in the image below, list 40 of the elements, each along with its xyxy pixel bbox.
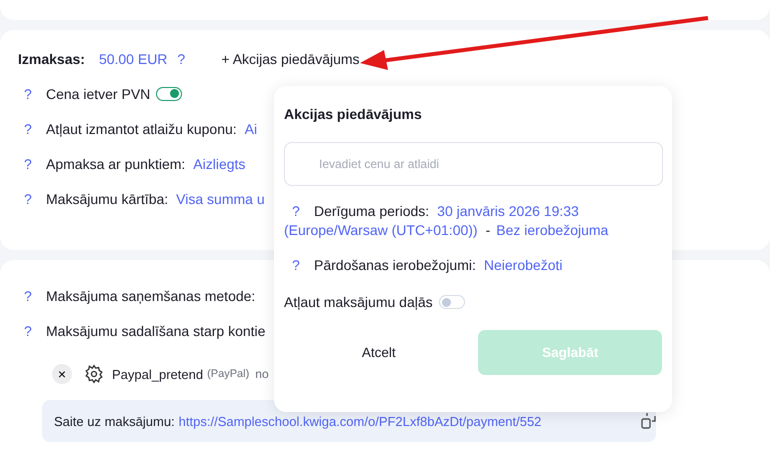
setting-label: Cena ietver PVN [46,86,150,102]
limits-label: Pārdošanas ierobežojumi: [314,257,476,273]
help-icon[interactable]: ? [24,190,46,206]
remove-button[interactable]: × [52,364,72,384]
validity-timezone[interactable]: (Europe/Warsaw (UTC+01:00)) [284,221,478,240]
method-status: no [255,367,269,381]
method-name: Paypal_pretend [112,366,204,382]
setting-value[interactable]: Ai [244,120,258,136]
setting-label: Maksājumu kārtība: [46,190,168,206]
validity-start[interactable]: 30 janvāris 2026 19:33 [437,202,579,221]
price-label: Izmaksas: [18,51,85,67]
copy-icon[interactable] [640,412,658,430]
payment-link[interactable]: https://Sampleschool.kwiga.com/o/PF2Lxf8bAzDt/payment/552 [178,414,542,428]
toggle-switch[interactable] [156,86,182,100]
help-icon[interactable]: ? [24,156,46,172]
promo-link[interactable]: + Akcijas piedāvājums [221,51,360,67]
settings-icon[interactable] [84,364,104,384]
limits-value[interactable]: Neierobežoti [484,257,562,273]
price-value[interactable]: 50.00 EUR [98,51,168,67]
help-icon[interactable]: ? [177,51,200,67]
help-icon[interactable]: ? [292,202,314,221]
setting-label: Atļaut izmantot atlaižu kuponu: [46,120,237,136]
popup-title: Akcijas piedāvājums [284,106,423,122]
help-icon[interactable]: ? [24,86,46,102]
setting-value[interactable]: Visa summa u [176,190,265,206]
help-icon[interactable]: ? [24,288,46,304]
validity-end[interactable]: Bez ierobežojuma [496,221,608,240]
installments-label: Atļaut maksājumu daļās [284,294,433,310]
setting-label: Maksājuma saņemšanas metode: [46,288,256,304]
help-icon[interactable]: ? [292,257,314,273]
link-label: Saite uz maksājumu: [54,414,175,428]
setting-label: Apmaksa ar punktiem: [46,156,186,172]
help-icon[interactable]: ? [24,322,46,338]
separator-text: - [486,221,490,240]
method-provider: (PayPal) [207,368,250,380]
setting-value[interactable]: Aizliegts [193,156,246,172]
help-icon[interactable]: ? [24,120,46,136]
setting-label: Maksājumu sadalīšana starp kontie [46,322,266,338]
discount-price-field[interactable]: Ievadiet cenu ar atlaidi [284,142,663,186]
validity-label: Derīguma periods: [314,202,430,221]
